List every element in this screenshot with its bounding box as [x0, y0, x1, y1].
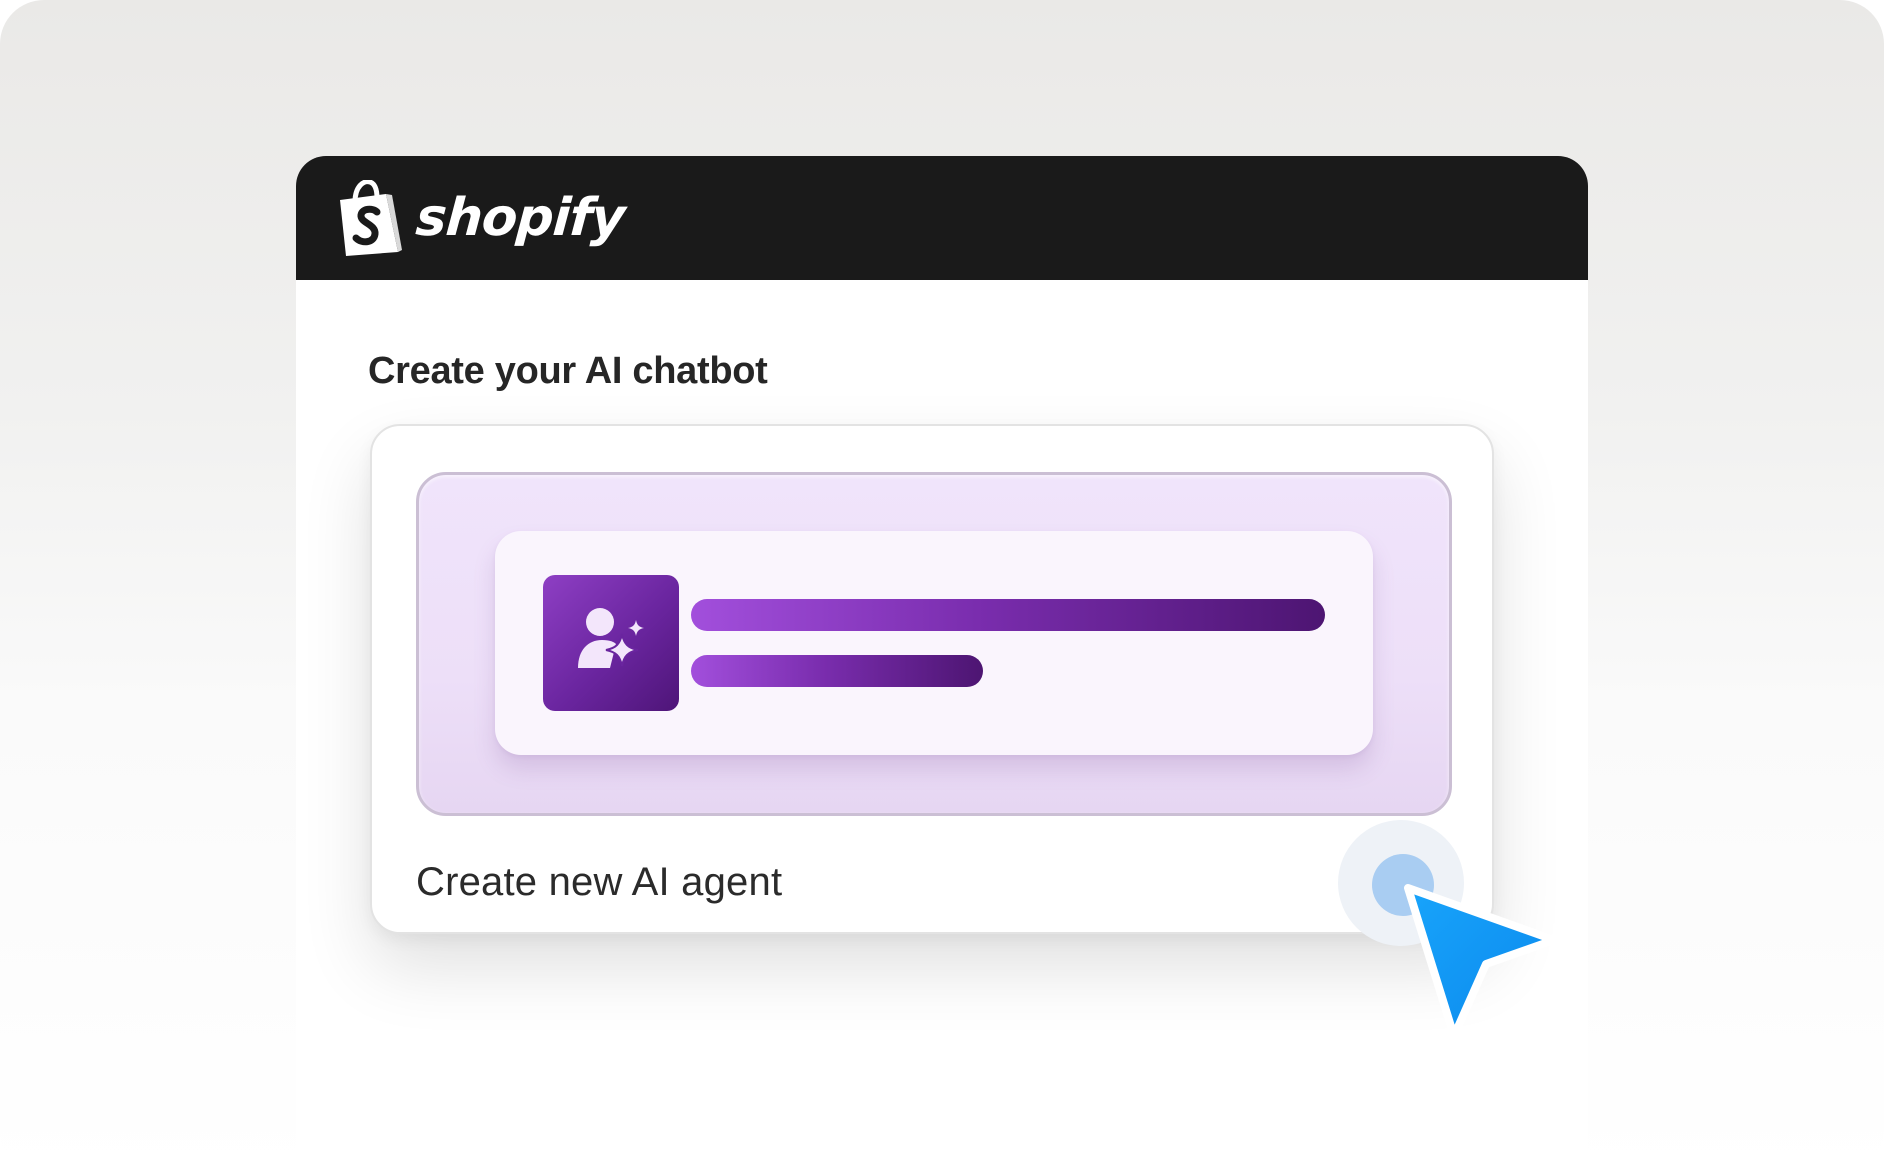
brand-wordmark: shopify: [413, 188, 627, 248]
placeholder-line-subtitle: [691, 655, 983, 687]
create-agent-label: Create new AI agent: [416, 860, 783, 904]
pointer-cursor-icon: [1392, 872, 1572, 1052]
ai-agent-icon: [543, 575, 679, 711]
agent-preview: [416, 472, 1452, 816]
page-title: Create your AI chatbot: [368, 350, 768, 392]
shopify-bag-icon: [336, 180, 402, 256]
agent-preview-card: [495, 531, 1373, 755]
create-agent-option[interactable]: Create new AI agent: [370, 424, 1494, 946]
placeholder-line-title: [691, 599, 1325, 631]
app-canvas: shopify Create your AI chatbot Create ne…: [0, 0, 1884, 1176]
shopify-logo[interactable]: shopify: [336, 180, 627, 256]
titlebar: shopify: [296, 156, 1588, 280]
